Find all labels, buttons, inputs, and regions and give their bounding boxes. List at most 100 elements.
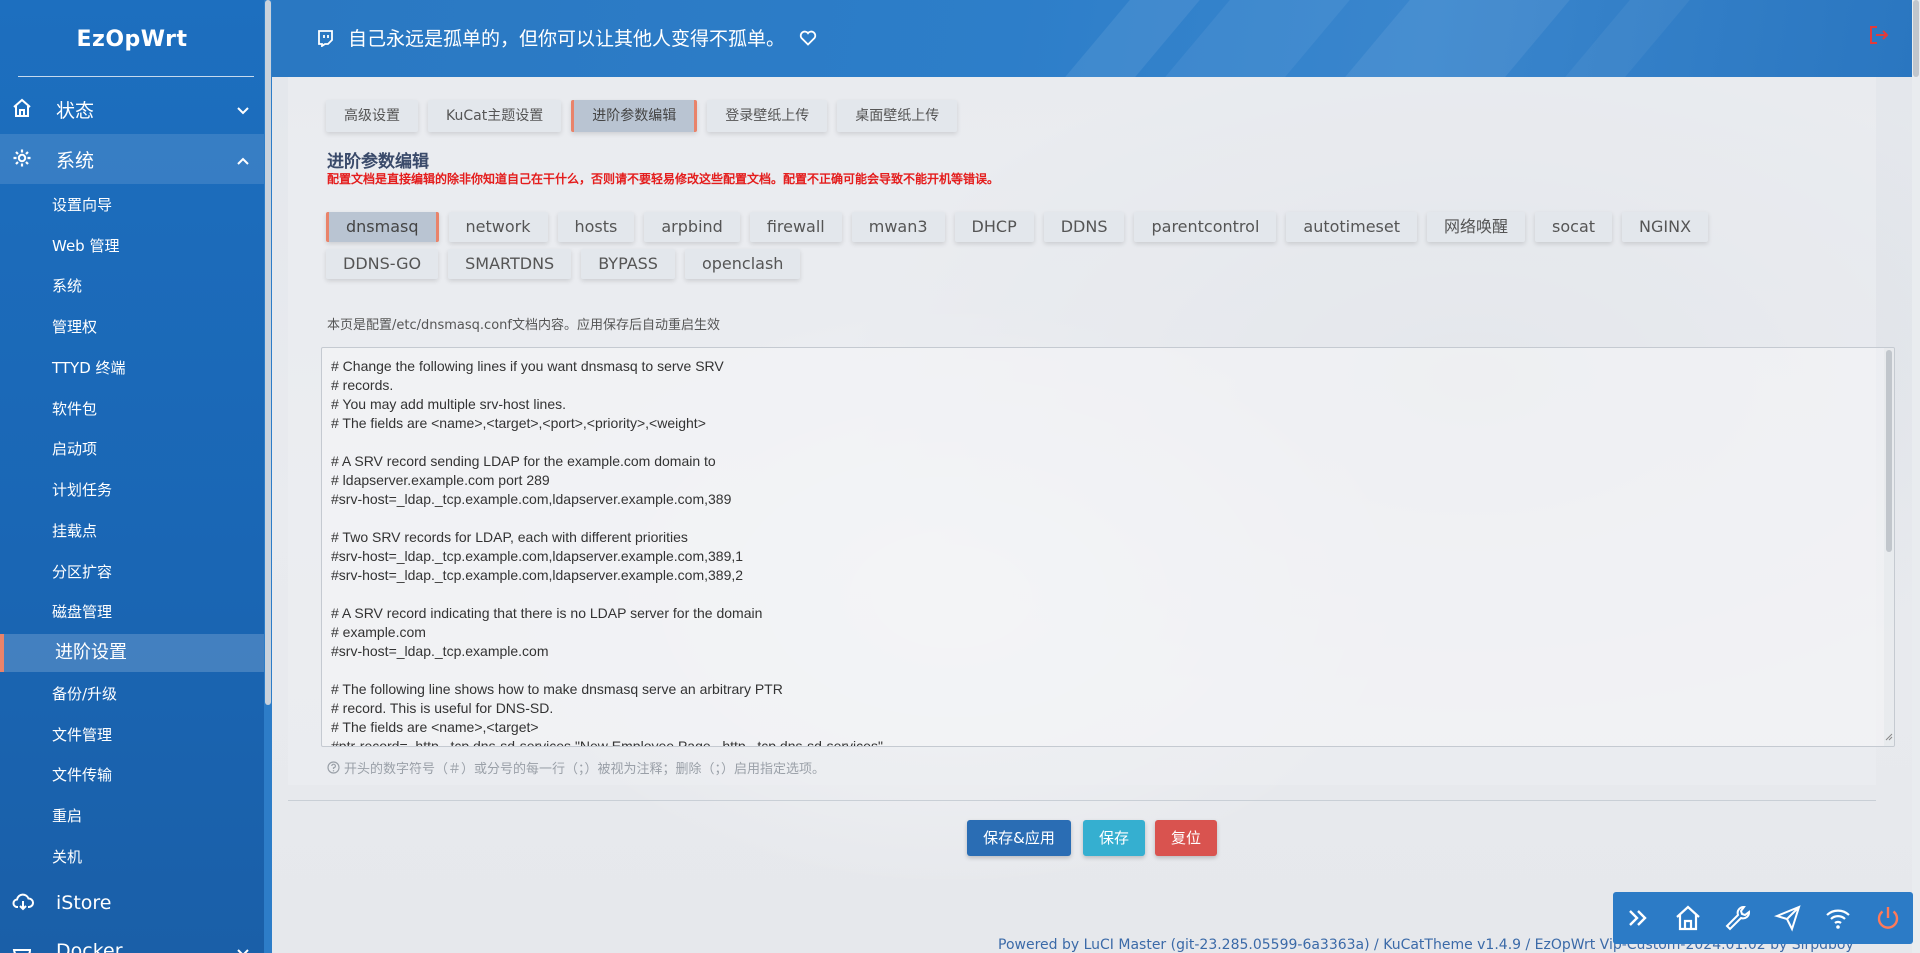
home-icon[interactable] (1663, 904, 1713, 932)
editor-hint-text: 开头的数字符号（＃）或分号的每一行（；）被视为注释；删除（；）启用指定选项。 (344, 762, 826, 777)
tab-login-wallpaper[interactable]: 登录壁纸上传 (707, 100, 828, 132)
chevron-up-icon (236, 151, 250, 173)
motto-text: 自己永远是孤单的，但你可以让其他人变得不孤单。 (348, 28, 786, 50)
settings-panel: 高级设置 KuCat主题设置 进阶参数编辑 登录壁纸上传 桌面壁纸上传 进阶参数… (288, 77, 1895, 785)
editor-scrollbar-thumb[interactable] (1886, 350, 1892, 552)
config-tab-dhcp[interactable]: DHCP (954, 212, 1034, 242)
double-chevron-right-icon[interactable] (1613, 906, 1663, 930)
config-tab-ddns[interactable]: DDNS (1043, 212, 1125, 242)
sidebar-item-partexp[interactable]: 分区扩容 (52, 552, 112, 592)
sidebar-item-setup-wizard[interactable]: 设置向导 (52, 185, 112, 225)
config-tab-wol[interactable]: 网络唤醒 (1427, 212, 1526, 242)
editor-line: # The fields are <name>,<target> (331, 719, 539, 735)
config-tab-parentcontrol[interactable]: parentcontrol (1134, 212, 1277, 242)
wrench-icon[interactable] (1713, 904, 1763, 932)
gear-icon (12, 148, 34, 170)
sidebar-scrollbar-thumb[interactable] (265, 0, 271, 705)
config-tab-socat[interactable]: socat (1535, 212, 1613, 242)
save-apply-button[interactable]: 保存&应用 (967, 820, 1071, 856)
section-title: 进阶参数编辑 (327, 152, 429, 172)
sidebar-item-system[interactable]: 系统 (52, 266, 82, 306)
sidebar-item-backup[interactable]: 备份/升级 (52, 674, 117, 714)
sidebar-item-filemanager[interactable]: 文件管理 (52, 715, 112, 755)
sidebar-item-shutdown[interactable]: 关机 (52, 837, 82, 877)
config-tab-dnsmasq[interactable]: dnsmasq (326, 212, 439, 242)
config-tab-nginx[interactable]: NGINX (1622, 212, 1709, 242)
header-decoration (1325, 0, 1579, 77)
tab-advanced-params[interactable]: 进阶参数编辑 (571, 100, 698, 132)
editor-line: # You may add multiple srv-host lines. (331, 396, 567, 412)
power-icon[interactable] (1863, 904, 1913, 932)
editor-line: # Change the following lines if you want… (331, 358, 724, 374)
config-tab-bypass[interactable]: BYPASS (581, 249, 675, 279)
editor-line: # example.com (331, 624, 426, 640)
menu-status[interactable]: 状态 (0, 84, 264, 134)
sidebar-item-ttyd[interactable]: TTYD 终端 (52, 348, 126, 388)
sidebar-item-mounts[interactable]: 挂载点 (52, 511, 97, 551)
editor-line: # A SRV record sending LDAP for the exam… (331, 453, 716, 469)
editor-line: # record. This is useful for DNS-SD. (331, 700, 554, 716)
tab-advanced-settings[interactable]: 高级设置 (326, 100, 418, 132)
config-textarea[interactable]: # Change the following lines if you want… (321, 347, 1895, 747)
tab-kucat-theme[interactable]: KuCat主题设置 (428, 100, 562, 132)
section-tabs: 高级设置 KuCat主题设置 进阶参数编辑 登录壁纸上传 桌面壁纸上传 (326, 100, 967, 132)
sidebar-item-advanced[interactable]: 进阶设置 (0, 634, 264, 672)
logout-icon[interactable] (1868, 24, 1890, 50)
config-tab-mwan3[interactable]: mwan3 (851, 212, 945, 242)
send-icon[interactable] (1763, 904, 1813, 932)
cloud-download-icon (12, 892, 34, 914)
sidebar-item-reboot[interactable]: 重启 (52, 796, 82, 836)
config-tab-smartdns[interactable]: SMARTDNS (448, 249, 572, 279)
editor-scrollbar[interactable] (1884, 348, 1894, 746)
editor-line: #srv-host=_ldap._tcp.example.com,ldapser… (331, 567, 744, 583)
editor-line: #srv-host=_ldap._tcp.example.com,ldapser… (331, 548, 744, 564)
sidebar-item-web-admin[interactable]: Web 管理 (52, 226, 119, 266)
menu-docker[interactable]: Docker (0, 926, 264, 953)
tab-desktop-wallpaper[interactable]: 桌面壁纸上传 (837, 100, 958, 132)
menu-istore-label: iStore (56, 892, 112, 914)
resize-handle-icon[interactable] (1885, 726, 1893, 745)
top-header: 自己永远是孤单的，但你可以让其他人变得不孤单。 (272, 0, 1920, 77)
sidebar-item-filetransfer[interactable]: 文件传输 (52, 755, 112, 795)
docker-icon (12, 940, 34, 953)
main-content: 高级设置 KuCat主题设置 进阶参数编辑 登录壁纸上传 桌面壁纸上传 进阶参数… (272, 77, 1912, 953)
menu-istore[interactable]: iStore (0, 878, 264, 928)
page-scrollbar-thumb[interactable] (1913, 0, 1919, 77)
config-tab-firewall[interactable]: firewall (749, 212, 842, 242)
form-divider (288, 800, 1876, 801)
home-icon (12, 98, 34, 120)
editor-description: 本页是配置/etc/dnsmasq.conf文档内容。应用保存后自动重启生效 (327, 318, 720, 333)
sidebar-item-admin[interactable]: 管理权 (52, 307, 97, 347)
menu-system-label: 系统 (56, 149, 95, 172)
app-logo[interactable]: EzOpWrt (0, 0, 264, 76)
editor-line: # ldapserver.example.com port 289 (331, 472, 550, 488)
config-file-tabs: dnsmasq network hosts arpbind firewall mwan3 D… (326, 212, 1826, 286)
wifi-icon[interactable] (1813, 904, 1863, 932)
editor-line: #ptr-record=_http._tcp.dns-sd-services,"… (331, 738, 883, 747)
editor-line: # The following line shows how to make d… (331, 681, 783, 697)
sidebar-scrollbar[interactable] (264, 0, 272, 953)
chevron-down-icon (236, 943, 250, 953)
sidebar-item-crontab[interactable]: 计划任务 (52, 470, 112, 510)
config-tab-ddns-go[interactable]: DDNS-GO (326, 249, 439, 279)
menu-system[interactable]: 系统 (0, 134, 264, 184)
config-tab-autotimeset[interactable]: autotimeset (1286, 212, 1417, 242)
save-button[interactable]: 保存 (1083, 820, 1145, 856)
page-scrollbar[interactable] (1912, 0, 1920, 953)
editor-line: #srv-host=_ldap._tcp.example.com (331, 643, 549, 659)
reset-button[interactable]: 复位 (1155, 820, 1217, 856)
sidebar-item-software[interactable]: 软件包 (52, 389, 97, 429)
config-tab-hosts[interactable]: hosts (557, 212, 635, 242)
config-tab-network[interactable]: network (448, 212, 548, 242)
chevron-down-icon (236, 101, 250, 123)
config-tab-openclash[interactable]: openclash (684, 249, 801, 279)
menu-docker-label: Docker (56, 940, 123, 953)
quick-toolbar (1613, 892, 1913, 944)
editor-line: #srv-host=_ldap._tcp.example.com,ldapser… (331, 491, 732, 507)
config-tab-arpbind[interactable]: arpbind (644, 212, 740, 242)
editor-line: # The fields are <name>,<target>,<port>,… (331, 415, 706, 431)
sidebar-item-startup[interactable]: 启动项 (52, 429, 97, 469)
twitch-icon (316, 29, 334, 47)
warning-text: 配置文档是直接编辑的除非你知道自己在干什么，否则请不要轻易修改这些配置文档。配置… (327, 172, 1000, 186)
sidebar-item-diskman[interactable]: 磁盘管理 (52, 592, 112, 632)
